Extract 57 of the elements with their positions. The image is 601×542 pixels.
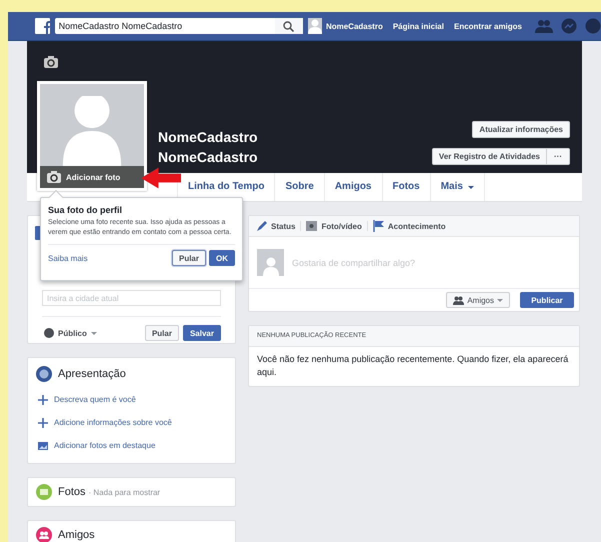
audience-dropdown[interactable]: Amigos — [446, 292, 510, 308]
profile-link[interactable]: NomeCadastro — [326, 22, 383, 30]
pencil-icon — [256, 220, 268, 232]
learn-more-link[interactable]: Saiba mais — [48, 254, 88, 262]
search-field[interactable]: NomeCadastro NomeCadastro — [54, 18, 303, 34]
caret-icon — [90, 332, 97, 334]
add-photo-button[interactable]: Adicionar foto — [40, 166, 144, 188]
nav-link[interactable]: Encontrar amigos — [454, 22, 522, 30]
camera-icon — [46, 170, 62, 184]
magnifier-drawing — [283, 20, 294, 32]
skip-button[interactable]: Pular — [172, 250, 206, 266]
arrow-icon — [141, 166, 181, 190]
friends-icon — [453, 296, 464, 304]
camera-icon[interactable] — [43, 55, 59, 69]
intro-link[interactable]: Descreva quem é você — [54, 395, 136, 404]
intro-link[interactable]: Adicione informações sobre você — [54, 418, 172, 427]
activity-log-button[interactable]: Ver Registro de Atividades — [432, 148, 547, 165]
person-drawing — [308, 18, 322, 34]
intro-link[interactable]: Adicionar fotos em destaque — [54, 441, 156, 450]
tab[interactable]: Fotos — [382, 173, 431, 201]
more-button[interactable]: ··· — [547, 148, 570, 165]
section-title: Apresentação — [58, 368, 126, 380]
plus-icon — [38, 394, 48, 404]
friends-icon — [535, 19, 553, 33]
profile-photo[interactable]: Adicionar foto — [37, 81, 147, 191]
privacy-dropdown[interactable]: Público — [44, 328, 97, 338]
logo-icon[interactable] — [35, 18, 50, 34]
section-title[interactable]: Fotos — [58, 486, 86, 498]
avatar-icon[interactable] — [308, 18, 322, 34]
image-icon — [38, 440, 48, 450]
silhouette-drawing — [262, 256, 278, 276]
caret-icon — [497, 298, 503, 302]
composer-tab[interactable]: Acontecimento — [372, 220, 446, 232]
skip-button[interactable]: Pular — [144, 325, 179, 341]
publish-button[interactable]: Publicar — [520, 292, 574, 308]
photos-icon — [36, 484, 52, 500]
city-field[interactable]: Insira a cidade atual — [42, 290, 221, 306]
nav-link[interactable]: Página inicial — [392, 22, 444, 30]
section-note: · Nada para mostrar — [88, 488, 160, 496]
photo-icon — [306, 220, 318, 232]
camera-drawing — [43, 55, 59, 69]
section-title[interactable]: Amigos — [58, 529, 95, 541]
flag-icon — [372, 220, 385, 232]
profile-name: NomeCadastro NomeCadastro — [158, 128, 259, 167]
confirm-button[interactable]: Salvar — [182, 325, 221, 341]
search-icon[interactable] — [274, 18, 303, 34]
tab[interactable]: Sobre — [275, 173, 325, 201]
plus-icon — [38, 418, 48, 428]
update-info-button[interactable]: Atualizar informações — [472, 121, 570, 138]
confirm-button[interactable]: OK — [209, 250, 235, 266]
empty-message: Você não fez nenhuma publicação recentemente. Quando fizer, ela aparecerá aqui. — [256, 353, 570, 379]
composer-tab[interactable]: Status — [256, 220, 296, 232]
tab[interactable]: Mais — [430, 173, 485, 201]
chat-icon — [561, 18, 577, 34]
popup-title: Sua foto do perfil — [48, 205, 123, 215]
composer-tab[interactable]: Foto/vídeo — [306, 220, 362, 232]
tab[interactable]: Amigos — [324, 173, 382, 201]
